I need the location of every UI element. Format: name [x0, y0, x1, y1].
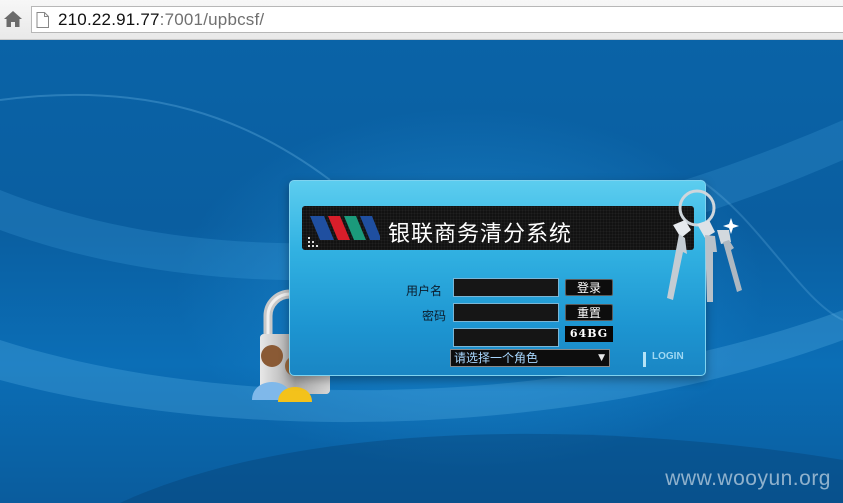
username-input[interactable]	[453, 278, 559, 297]
login-mark: LOGIN	[652, 351, 684, 362]
password-label: 密码	[421, 309, 446, 323]
password-input[interactable]	[453, 303, 559, 322]
banner-dots	[308, 237, 318, 247]
reset-button[interactable]: 重置	[565, 304, 613, 321]
login-panel: 银联商务清分系统 用户名 登录 密码 重置 64BG 请选择一个角色 ▼ LOG…	[289, 180, 706, 376]
home-icon[interactable]	[3, 9, 23, 29]
captcha-input[interactable]	[453, 328, 559, 347]
role-select-value: 请选择一个角色	[454, 351, 539, 365]
url-text: 210.22.91.77:7001/upbcsf/	[58, 10, 264, 30]
login-button[interactable]: 登录	[565, 279, 613, 296]
url-path: :7001/upbcsf/	[159, 10, 265, 29]
login-mark-bar	[643, 352, 646, 367]
url-field[interactable]: 210.22.91.77:7001/upbcsf/	[31, 6, 843, 33]
captcha-image[interactable]: 64BG	[565, 326, 613, 342]
username-label: 用户名	[405, 284, 442, 298]
browser-address-bar: 210.22.91.77:7001/upbcsf/	[0, 0, 843, 40]
login-page: 银联商务清分系统 用户名 登录 密码 重置 64BG 请选择一个角色 ▼ LOG…	[0, 40, 843, 503]
page-icon	[36, 12, 49, 28]
url-host: 210.22.91.77	[58, 10, 160, 29]
watermark: www.wooyun.org	[665, 467, 831, 490]
dropdown-arrow-icon[interactable]: ▼	[598, 350, 605, 366]
system-title: 银联商务清分系统	[388, 222, 573, 247]
system-banner: 银联商务清分系统	[302, 206, 694, 250]
role-select[interactable]: 请选择一个角色 ▼	[450, 349, 610, 367]
keys-icon	[667, 189, 742, 302]
logo-icon	[310, 216, 380, 240]
